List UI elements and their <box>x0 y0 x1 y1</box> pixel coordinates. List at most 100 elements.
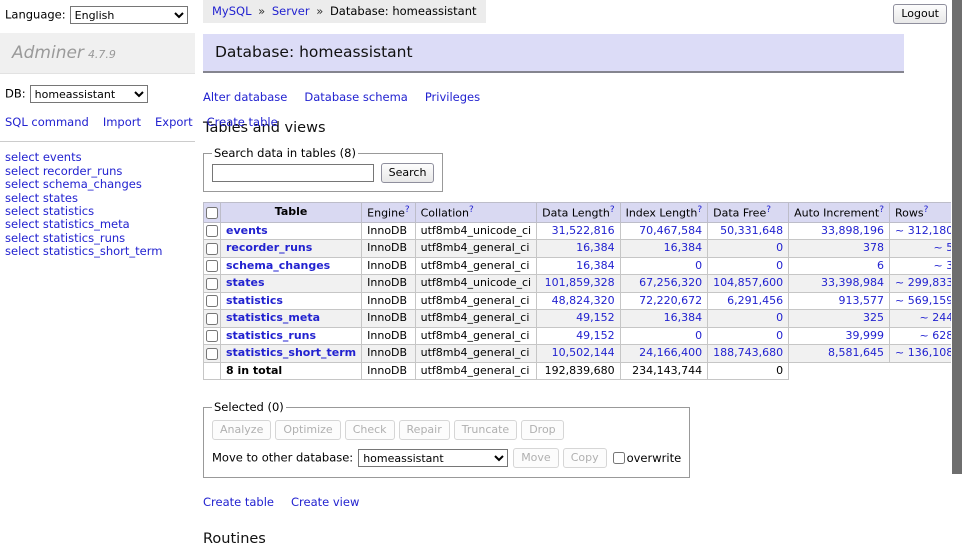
data-free-link[interactable]: 188,743,680 <box>713 346 783 359</box>
auto-increment-link[interactable]: 6 <box>877 259 884 272</box>
row-checkbox[interactable] <box>206 295 218 307</box>
table-select-link[interactable]: select statistics_runs <box>5 232 190 245</box>
auto-increment-link[interactable]: 33,398,984 <box>821 276 884 289</box>
search-input[interactable] <box>212 164 374 182</box>
data-free-link[interactable]: 0 <box>776 259 783 272</box>
collation-cell: utf8mb4_general_ci <box>415 240 536 258</box>
rows-link[interactable]: ~ 299,833 <box>895 276 953 289</box>
scrollbar-thumb[interactable] <box>952 0 962 474</box>
index-length-link[interactable]: 16,384 <box>664 311 703 324</box>
row-checkbox[interactable] <box>206 225 218 237</box>
index-length-link[interactable]: 72,220,672 <box>639 294 702 307</box>
data-length-link[interactable]: 16,384 <box>576 241 615 254</box>
overwrite-checkbox[interactable] <box>613 452 625 464</box>
breadcrumb-item[interactable]: MySQL <box>212 4 252 18</box>
rows-link[interactable]: ~ 136,108 <box>895 346 953 359</box>
analyze-button[interactable]: Analyze <box>212 420 271 440</box>
database-action-link[interactable]: Alter database <box>203 90 287 104</box>
create-link[interactable]: Create view <box>291 495 359 509</box>
row-checkbox[interactable] <box>206 330 218 342</box>
index-length-link[interactable]: 0 <box>695 259 702 272</box>
drop-button[interactable]: Drop <box>521 420 563 440</box>
table-name-link[interactable]: states <box>226 276 265 289</box>
data-free-link[interactable]: 6,291,456 <box>727 294 783 307</box>
row-checkbox[interactable] <box>206 313 218 325</box>
repair-button[interactable]: Repair <box>399 420 450 440</box>
auto-increment-link[interactable]: 378 <box>863 241 884 254</box>
row-checkbox[interactable] <box>206 260 218 272</box>
create-link[interactable]: Create table <box>203 495 274 509</box>
db-select[interactable]: homeassistant <box>30 85 148 103</box>
database-action-link[interactable]: Database schema <box>304 90 407 104</box>
auto-increment-link[interactable]: 325 <box>863 311 884 324</box>
table-select-link[interactable]: select statistics <box>5 205 190 218</box>
menu-link[interactable]: SQL command <box>5 115 89 129</box>
table-name-link[interactable]: statistics_meta <box>226 311 320 324</box>
row-checkbox[interactable] <box>206 278 218 290</box>
data-free-link[interactable]: 0 <box>776 329 783 342</box>
check-button[interactable]: Check <box>345 420 395 440</box>
data-length-link[interactable]: 101,859,328 <box>545 276 615 289</box>
breadcrumb-item[interactable]: Server <box>272 4 310 18</box>
rows-link[interactable]: ~ 569,159 <box>895 294 953 307</box>
optimize-button[interactable]: Optimize <box>275 420 340 440</box>
column-help-link[interactable]: ? <box>766 205 771 215</box>
row-checkbox[interactable] <box>206 348 218 360</box>
menu-link[interactable]: Export <box>155 115 193 129</box>
auto-increment-link[interactable]: 913,577 <box>839 294 885 307</box>
table-name-link[interactable]: statistics <box>226 294 283 307</box>
truncate-button[interactable]: Truncate <box>454 420 517 440</box>
index-length-link[interactable]: 24,166,400 <box>639 346 702 359</box>
database-action-link[interactable]: Privileges <box>425 90 480 104</box>
engine-cell: InnoDB <box>362 292 415 310</box>
table-select-link[interactable]: select events <box>5 151 190 164</box>
table-name-link[interactable]: schema_changes <box>226 259 330 272</box>
table-select-link[interactable]: select statistics_short_term <box>5 245 190 258</box>
column-help-link[interactable]: ? <box>924 205 929 215</box>
menu-link[interactable]: Import <box>103 115 141 129</box>
scrollbar-track[interactable] <box>951 0 966 543</box>
column-help-link[interactable]: ? <box>879 205 884 215</box>
index-length-link[interactable]: 67,256,320 <box>639 276 702 289</box>
row-checkbox[interactable] <box>206 243 218 255</box>
menu-link[interactable]: Create table <box>207 115 278 129</box>
table-name-link[interactable]: statistics_runs <box>226 329 316 342</box>
language-select[interactable]: English <box>70 6 188 24</box>
auto-increment-link[interactable]: 39,999 <box>846 329 885 342</box>
rows-link[interactable]: ~ 312,180 <box>895 224 953 237</box>
data-free-link[interactable]: 104,857,600 <box>713 276 783 289</box>
move-db-select[interactable]: homeassistant <box>358 449 508 467</box>
data-length-link[interactable]: 48,824,320 <box>552 294 615 307</box>
data-length-link[interactable]: 31,522,816 <box>552 224 615 237</box>
column-help-link[interactable]: ? <box>610 205 615 215</box>
data-length-link[interactable]: 49,152 <box>576 311 615 324</box>
rows-link[interactable]: ~ 244 <box>919 311 953 324</box>
table-name-link[interactable]: events <box>226 224 268 237</box>
table-select-link[interactable]: select recorder_runs <box>5 165 190 178</box>
move-button[interactable]: Move <box>513 448 559 468</box>
auto-increment-link[interactable]: 33,898,196 <box>821 224 884 237</box>
logout-button[interactable]: Logout <box>893 4 947 24</box>
data-free-link[interactable]: 50,331,648 <box>720 224 783 237</box>
index-length-link[interactable]: 70,467,584 <box>639 224 702 237</box>
data-length-link[interactable]: 10,502,144 <box>552 346 615 359</box>
copy-button[interactable]: Copy <box>563 448 607 468</box>
data-length-link[interactable]: 49,152 <box>576 329 615 342</box>
table-name-link[interactable]: recorder_runs <box>226 241 312 254</box>
rows-link[interactable]: ~ 628 <box>919 329 953 342</box>
auto-increment-link[interactable]: 8,581,645 <box>828 346 884 359</box>
table-name-link[interactable]: statistics_short_term <box>226 346 356 359</box>
column-help-link[interactable]: ? <box>405 205 410 215</box>
select-all-checkbox[interactable] <box>206 207 218 219</box>
table-select-link[interactable]: select schema_changes <box>5 178 190 191</box>
data-length-link[interactable]: 16,384 <box>576 259 615 272</box>
table-select-link[interactable]: select statistics_meta <box>5 218 190 231</box>
table-select-link[interactable]: select states <box>5 192 190 205</box>
index-length-link[interactable]: 16,384 <box>664 241 703 254</box>
column-help-link[interactable]: ? <box>469 205 474 215</box>
column-help-link[interactable]: ? <box>697 205 702 215</box>
search-button[interactable]: Search <box>381 163 435 183</box>
data-free-link[interactable]: 0 <box>776 311 783 324</box>
data-free-link[interactable]: 0 <box>776 241 783 254</box>
index-length-link[interactable]: 0 <box>695 329 702 342</box>
